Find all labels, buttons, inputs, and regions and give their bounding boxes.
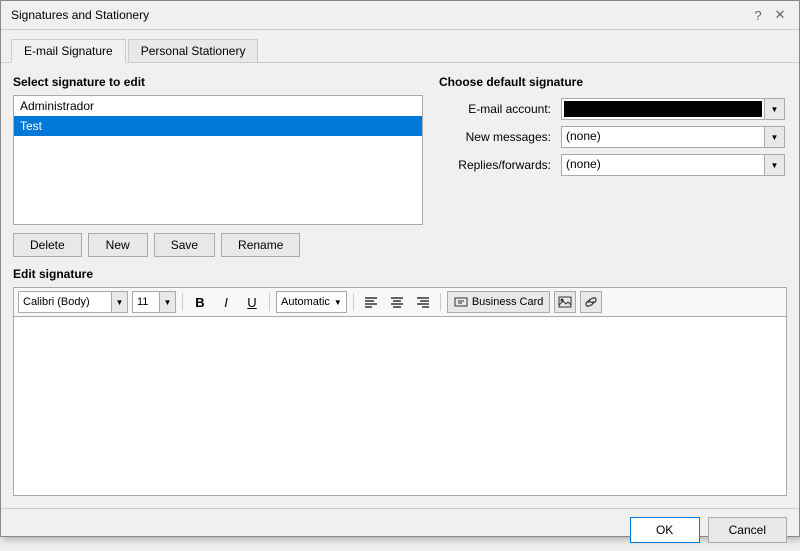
align-left-button[interactable]: [360, 291, 382, 313]
align-right-icon: [416, 295, 430, 309]
dialog-window: Signatures and Stationery ? ✕ E-mail Sig…: [0, 0, 800, 537]
signature-toolbar: Calibri (Body) ▼ 11 ▼ B I U: [13, 287, 787, 316]
choose-default-sig-label: Choose default signature: [439, 75, 787, 89]
email-account-label: E-mail account:: [439, 95, 559, 123]
font-size-dropdown[interactable]: 11 ▼: [132, 291, 176, 313]
business-card-button[interactable]: Business Card: [447, 291, 551, 313]
align-center-icon: [390, 295, 404, 309]
color-arrow[interactable]: ▼: [334, 298, 342, 307]
font-name-arrow[interactable]: ▼: [111, 292, 127, 312]
replies-forwards-dropdown[interactable]: (none) ▼: [561, 154, 785, 176]
new-button[interactable]: New: [88, 233, 148, 257]
email-account-dropdown-cell: ▼: [559, 95, 787, 123]
color-dropdown[interactable]: Automatic ▼: [276, 291, 347, 313]
align-center-button[interactable]: [386, 291, 408, 313]
default-sig-table: E-mail account: ▼ New messages:: [439, 95, 787, 179]
replies-forwards-dropdown-cell: (none) ▼: [559, 151, 787, 179]
font-name-value: Calibri (Body): [19, 296, 111, 308]
italic-button[interactable]: I: [215, 291, 237, 313]
new-messages-arrow[interactable]: ▼: [764, 127, 784, 147]
edit-signature-section: Edit signature Calibri (Body) ▼ 11 ▼: [13, 267, 787, 496]
color-value: Automatic: [281, 296, 330, 308]
business-card-label: Business Card: [472, 296, 544, 308]
help-icon[interactable]: ?: [749, 8, 767, 23]
signature-list[interactable]: Administrador Test: [13, 95, 423, 225]
tab-content: Select signature to edit Administrador T…: [1, 62, 799, 508]
delete-button[interactable]: Delete: [13, 233, 82, 257]
email-account-row: E-mail account: ▼: [439, 95, 787, 123]
tab-personal-stationery[interactable]: Personal Stationery: [128, 39, 259, 63]
insert-image-icon: [558, 295, 572, 309]
signature-editor[interactable]: [13, 316, 787, 496]
save-button[interactable]: Save: [154, 233, 215, 257]
edit-sig-label: Edit signature: [13, 267, 787, 281]
replies-forwards-label: Replies/forwards:: [439, 151, 559, 179]
email-account-dropdown[interactable]: ▼: [561, 98, 785, 120]
title-bar-controls: ? ✕: [749, 7, 789, 23]
dialog-footer: OK Cancel: [1, 508, 799, 551]
toolbar-sep-4: [440, 293, 441, 311]
new-messages-dropdown[interactable]: (none) ▼: [561, 126, 785, 148]
font-size-value: 11: [133, 296, 159, 308]
toolbar-sep-1: [182, 293, 183, 311]
align-left-icon: [364, 295, 378, 309]
font-name-dropdown[interactable]: Calibri (Body) ▼: [18, 291, 128, 313]
rename-button[interactable]: Rename: [221, 233, 300, 257]
toolbar-sep-3: [353, 293, 354, 311]
close-icon[interactable]: ✕: [771, 7, 789, 23]
email-account-value: [564, 101, 762, 117]
email-account-arrow[interactable]: ▼: [764, 99, 784, 119]
left-panel: Select signature to edit Administrador T…: [13, 75, 423, 257]
sig-action-buttons: Delete New Save Rename: [13, 233, 423, 257]
select-sig-label: Select signature to edit: [13, 75, 423, 89]
new-messages-row: New messages: (none) ▼: [439, 123, 787, 151]
tab-email-signature[interactable]: E-mail Signature: [11, 39, 126, 63]
replies-forwards-value: (none): [562, 155, 764, 175]
cancel-button[interactable]: Cancel: [708, 517, 787, 543]
replies-forwards-arrow[interactable]: ▼: [764, 155, 784, 175]
font-size-arrow[interactable]: ▼: [159, 292, 175, 312]
ok-button[interactable]: OK: [630, 517, 700, 543]
two-col-layout: Select signature to edit Administrador T…: [13, 75, 787, 257]
right-panel: Choose default signature E-mail account:…: [439, 75, 787, 257]
sig-item-test[interactable]: Test: [14, 116, 422, 136]
insert-image-button[interactable]: [554, 291, 576, 313]
new-messages-label: New messages:: [439, 123, 559, 151]
new-messages-dropdown-cell: (none) ▼: [559, 123, 787, 151]
align-right-button[interactable]: [412, 291, 434, 313]
underline-button[interactable]: U: [241, 291, 263, 313]
dialog-content: E-mail Signature Personal Stationery Sel…: [1, 30, 799, 508]
business-card-icon: [454, 295, 468, 309]
replies-forwards-row: Replies/forwards: (none) ▼: [439, 151, 787, 179]
bold-button[interactable]: B: [189, 291, 211, 313]
dialog-title: Signatures and Stationery: [11, 8, 149, 22]
title-bar: Signatures and Stationery ? ✕: [1, 1, 799, 30]
toolbar-sep-2: [269, 293, 270, 311]
tab-bar: E-mail Signature Personal Stationery: [1, 30, 799, 62]
sig-item-administrador[interactable]: Administrador: [14, 96, 422, 116]
new-messages-value: (none): [562, 127, 764, 147]
insert-link-button[interactable]: [580, 291, 602, 313]
insert-link-icon: [584, 295, 598, 309]
